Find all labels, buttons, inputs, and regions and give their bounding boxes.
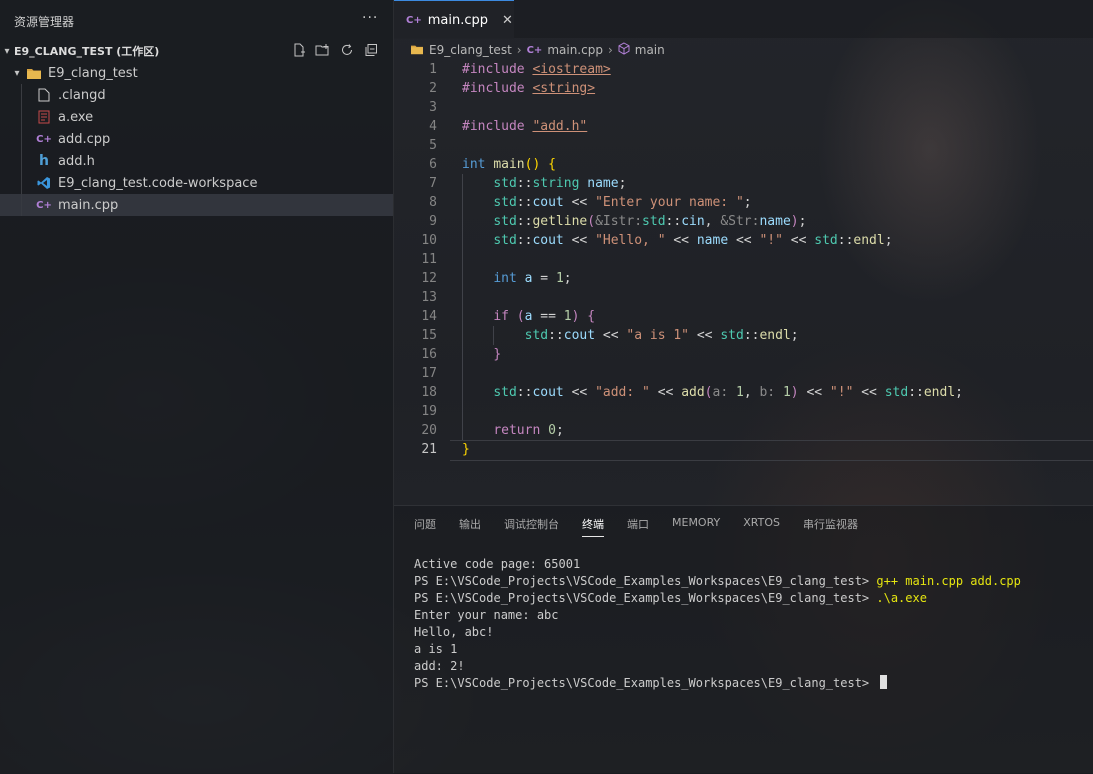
symbol-method-icon: [618, 42, 630, 58]
current-line-highlight: [450, 440, 1093, 461]
breadcrumb-folder[interactable]: E9_clang_test: [429, 43, 512, 57]
code-line: 14 if (a == 1) {: [421, 309, 596, 324]
tree-file-clangd[interactable]: .clangd: [0, 84, 393, 106]
code-line: 4 #include "add.h": [429, 119, 588, 134]
code-line: 8 std::cout << "Enter your name: ";: [429, 195, 752, 210]
code-line: 15 std::cout << "a is 1" << std::endl;: [421, 328, 799, 343]
more-actions-icon[interactable]: ···: [362, 10, 378, 26]
file-label: main.cpp: [58, 197, 119, 213]
code-line: 17: [421, 366, 437, 381]
terminal-prompt: PS E:\VSCode_Projects\VSCode_Examples_Wo…: [414, 676, 877, 690]
workspace-header[interactable]: ▾ E9_CLANG_TEST (工作区): [0, 40, 393, 62]
code-line: 10 std::cout << "Hello, " << name << "!"…: [421, 233, 893, 248]
code-line: 12 int a = 1;: [421, 271, 572, 286]
tab-main-cpp[interactable]: C+ main.cpp ✕: [394, 0, 514, 39]
header-icon: h: [39, 153, 49, 169]
tab-debug-console[interactable]: 调试控制台: [504, 516, 559, 537]
folder-label: E9_clang_test: [48, 65, 138, 81]
code-line: 6 int main() {: [429, 157, 556, 172]
terminal-line: a is 1: [414, 642, 458, 656]
cpp-icon: C+: [36, 133, 52, 145]
tree-file-code-workspace[interactable]: E9_clang_test.code-workspace: [0, 172, 393, 194]
new-file-icon[interactable]: [291, 42, 307, 58]
close-icon[interactable]: ✕: [502, 13, 513, 28]
tree-file-a-exe[interactable]: a.exe: [0, 106, 393, 128]
file-label: add.h: [58, 153, 95, 169]
breadcrumb-file[interactable]: main.cpp: [547, 43, 603, 57]
chevron-down-icon[interactable]: ▾: [0, 46, 14, 57]
terminal-line: Hello, abc!: [414, 625, 494, 639]
chevron-right-icon: ›: [607, 43, 613, 57]
explorer-title: 资源管理器: [14, 15, 75, 29]
terminal-line: Active code page: 65001: [414, 557, 581, 571]
terminal-line: PS E:\VSCode_Projects\VSCode_Examples_Wo…: [414, 573, 1021, 590]
tab-ports[interactable]: 端口: [627, 516, 649, 537]
tree-file-add-h[interactable]: h add.h: [0, 150, 393, 172]
tab-label: main.cpp: [427, 12, 488, 28]
exe-icon: [36, 109, 52, 125]
chevron-down-icon[interactable]: ▾: [10, 68, 24, 79]
tab-problems[interactable]: 问题: [414, 516, 436, 537]
code-line: 18 std::cout << "add: " << add(a: 1, b: …: [421, 385, 963, 400]
file-label: a.exe: [58, 109, 94, 125]
workspace-label: E9_CLANG_TEST (工作区): [14, 45, 160, 58]
terminal-command: .\a.exe: [876, 591, 927, 605]
folder-icon: [26, 65, 42, 81]
code-line: 16 }: [421, 347, 502, 362]
terminal-line: Enter your name: abc: [414, 608, 559, 622]
file-label: .clangd: [58, 87, 106, 103]
tab-xrtos[interactable]: XRTOS: [743, 516, 780, 537]
terminal-line: add: 2!: [414, 659, 465, 673]
code-line: 19: [421, 404, 437, 419]
code-line: 5: [429, 138, 437, 153]
tree-file-main-cpp[interactable]: C+ main.cpp: [0, 194, 393, 216]
bottom-panel: 问题 输出 调试控制台 终端 端口 MEMORY XRTOS 串行监视器 Act…: [394, 505, 1093, 774]
terminal-line: PS E:\VSCode_Projects\VSCode_Examples_Wo…: [414, 675, 1021, 692]
terminal-command: g++ main.cpp add.cpp: [876, 574, 1021, 588]
tab-memory[interactable]: MEMORY: [672, 516, 720, 537]
chevron-right-icon: ›: [516, 43, 522, 57]
tab-terminal[interactable]: 终端: [582, 516, 604, 537]
panel-tabs: 问题 输出 调试控制台 终端 端口 MEMORY XRTOS 串行监视器: [414, 516, 881, 537]
terminal-cursor: [880, 675, 888, 689]
folder-icon: [410, 43, 424, 58]
tab-output[interactable]: 输出: [459, 516, 481, 537]
code-line-current: 21}: [394, 440, 1093, 461]
terminal-line: PS E:\VSCode_Projects\VSCode_Examples_Wo…: [414, 590, 1021, 607]
code-line: 9 std::getline(&Istr:std::cin, &Str:name…: [429, 214, 807, 229]
tab-serial-monitor[interactable]: 串行监视器: [803, 516, 858, 537]
file-icon: [36, 87, 52, 103]
tree-file-add-cpp[interactable]: C+ add.cpp: [0, 128, 393, 150]
code-line: 1 #include <iostream>: [429, 62, 611, 77]
code-line: 3: [429, 100, 437, 115]
breadcrumb-symbol[interactable]: main: [635, 43, 665, 57]
terminal-output[interactable]: Active code page: 65001 PS E:\VSCode_Pro…: [414, 556, 1021, 692]
breadcrumb: E9_clang_test › C+ main.cpp › main: [410, 41, 665, 59]
refresh-icon[interactable]: [339, 42, 355, 58]
code-line: 13: [421, 290, 437, 305]
code-line: 20 return 0;: [421, 423, 564, 438]
code-line: 11: [421, 252, 437, 267]
collapse-all-icon[interactable]: [363, 42, 379, 58]
code-line: 7 std::string name;: [429, 176, 627, 191]
new-folder-icon[interactable]: [315, 42, 331, 58]
editor-tab-bar: C+ main.cpp ✕: [394, 0, 1093, 39]
terminal-prompt: PS E:\VSCode_Projects\VSCode_Examples_Wo…: [414, 591, 877, 605]
file-label: E9_clang_test.code-workspace: [58, 175, 258, 191]
explorer-actions: [291, 42, 379, 58]
cpp-icon: C+: [406, 14, 422, 26]
code-editor[interactable]: 1 #include <iostream> 2 #include <string> …: [394, 60, 1093, 480]
file-label: add.cpp: [58, 131, 111, 147]
code-line: 2 #include <string>: [429, 81, 596, 96]
terminal-prompt: PS E:\VSCode_Projects\VSCode_Examples_Wo…: [414, 574, 877, 588]
cpp-icon: C+: [36, 199, 52, 211]
explorer-sidebar: 资源管理器 ··· ▾ E9_CLANG_TEST (工作区) ▾ E9_cla…: [0, 0, 394, 773]
cpp-icon: C+: [526, 44, 543, 56]
vscode-icon: [36, 175, 52, 191]
tree-folder-e9-clang-test[interactable]: ▾ E9_clang_test: [0, 62, 393, 84]
